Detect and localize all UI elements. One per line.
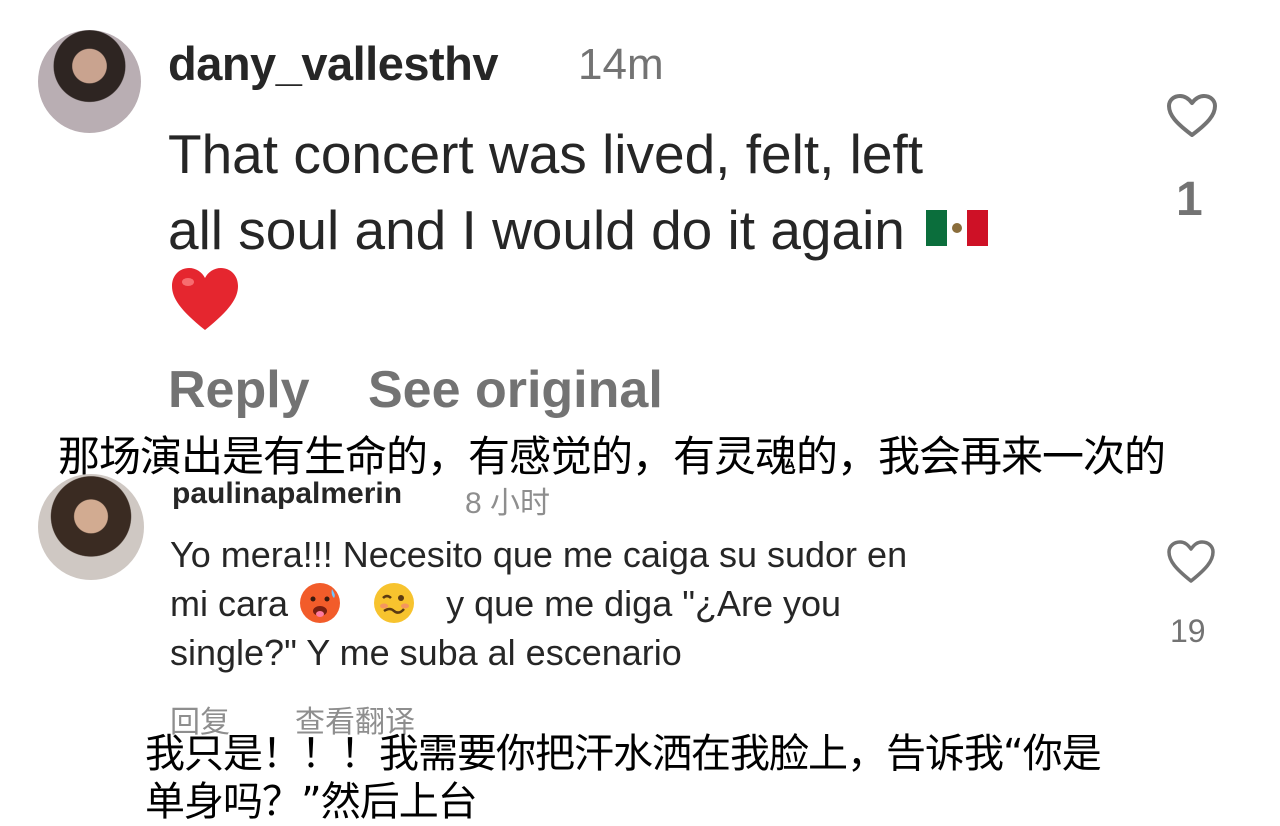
woozy-face-icon <box>374 583 415 624</box>
comment-timestamp: 8 小时 <box>465 487 551 520</box>
comment-timestamp: 14m <box>578 40 664 89</box>
reply-button[interactable]: Reply <box>168 360 310 420</box>
avatar[interactable] <box>38 30 141 133</box>
translation-caption-line: 我只是！！！我需要你把汗水洒在我脸上，告诉我“你是 <box>145 731 1102 777</box>
comment-text-line: That concert was lived, felt, left <box>168 123 924 185</box>
comment-username[interactable]: dany_vallesthv <box>168 36 499 91</box>
hot-face-icon <box>300 583 341 624</box>
heart-outline-icon[interactable] <box>1166 539 1216 585</box>
avatar[interactable] <box>38 474 144 580</box>
comment-text-fragment: mi cara <box>170 583 289 624</box>
translation-caption-line: 单身吗？”然后上台 <box>145 779 478 825</box>
translation-caption: 我只是！！！我需要你把汗水洒在我脸上，告诉我“你是 单身吗？”然后上台 <box>145 730 1102 826</box>
mexico-flag-icon <box>926 210 989 247</box>
like-count: 1 <box>1176 173 1203 226</box>
comment-text: Yo mera!!! Necesito que me caiga su sudo… <box>170 530 1120 677</box>
comment-username[interactable]: paulinapalmerin <box>172 477 402 511</box>
comment-text: That concert was lived, felt, left all s… <box>168 116 1128 268</box>
comment-text-fragment: all soul and I would do it again <box>168 199 905 261</box>
comment-text-line: Yo mera!!! Necesito que me caiga su sudo… <box>170 534 908 575</box>
heart-outline-icon[interactable] <box>1166 93 1218 139</box>
comment-text-fragment: y que me diga "¿Are you <box>446 583 842 624</box>
red-heart-icon <box>172 268 238 330</box>
comment-text-line: all soul and I would do it again <box>168 192 1128 268</box>
see-original-button[interactable]: See original <box>368 360 663 420</box>
comment-text-line: mi cara y que me diga "¿Are you <box>170 579 1120 628</box>
translation-caption: 那场演出是有生命的，有感觉的，有灵魂的，我会再来一次的 <box>58 432 1166 481</box>
comment-text-line: single?" Y me suba al escenario <box>170 632 682 674</box>
like-count: 19 <box>1170 613 1206 649</box>
